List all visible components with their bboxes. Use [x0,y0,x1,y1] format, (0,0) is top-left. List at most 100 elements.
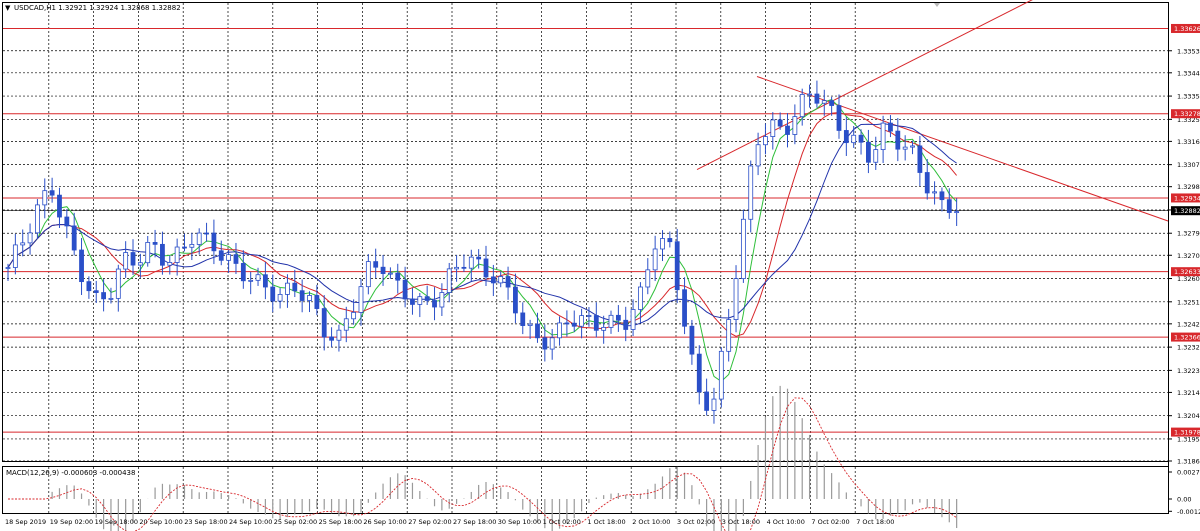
candle-body [917,145,923,173]
price-tick-label: 1.32605 [1177,275,1200,283]
candle-body [417,296,423,305]
candle-body [740,218,746,280]
candle-body [888,122,893,132]
candle-body [86,281,92,292]
price-level-label: 1.32934 [1174,194,1200,202]
price-tick-label: 1.32510 [1177,298,1200,306]
candle-body [579,315,584,327]
candle-body [145,242,151,264]
candle-body [696,353,702,393]
candle-body [101,292,106,300]
candle-body [535,323,540,339]
candle-body [895,130,901,150]
price-panel [2,2,1169,462]
candle-body [358,286,364,313]
candle-body [137,262,143,266]
candle-body [638,286,643,310]
time-label: 25 Sep 18:00 [319,518,362,526]
time-label: 27 Sep 02:00 [408,518,451,526]
candle-body [35,204,40,234]
candle-body [49,190,55,196]
candle-body [182,246,187,249]
price-tick-label: 1.33350 [1177,93,1200,101]
price-tick-label: 1.33165 [1177,138,1200,146]
candle-body [299,290,305,301]
candle-body [439,292,445,308]
time-label: 2 Oct 10:00 [632,518,670,526]
candle-body [652,248,658,271]
candle-body [601,326,607,331]
price-axis: 1.335351.334451.333501.332551.331651.330… [1168,23,1200,466]
candle-body [910,145,915,148]
time-label: 25 Sep 02:00 [274,518,317,526]
candle-body [240,263,246,282]
time-label: 20 Sep 10:00 [139,518,182,526]
candle-body [343,318,349,331]
candle-body [711,398,717,411]
candle-body [866,141,871,163]
candle-body [226,254,232,261]
candle-body [513,286,518,314]
candle-body [733,278,739,320]
candle-body [799,94,805,118]
candle-body [851,134,857,144]
candle-body [946,199,952,213]
price-tick-label: 1.32325 [1177,344,1200,352]
candle-body [608,314,614,328]
candle-body [490,276,496,284]
price-tick-label: 1.32230 [1177,367,1200,375]
candle-body [755,144,761,167]
candle-body [93,290,99,293]
candle-body [387,272,393,275]
candle-body [718,350,724,400]
candle-body [814,93,820,104]
price-tick-label: 1.32045 [1177,412,1200,420]
price-level-label: 1.32633 [1174,268,1200,276]
header-icon: ▼ [5,4,11,12]
chart-window: 1.335351.334451.333501.332551.331651.330… [2,0,1200,531]
candle-body [365,261,371,288]
price-level-label: 1.31978 [1174,429,1200,437]
candle-body [446,268,452,293]
candle-body [880,122,886,151]
macd-label: MACD(12,26,9) -0.000603 -0.000438 [6,469,136,477]
candle-body [255,274,261,281]
candle-body [498,276,504,284]
candle-body [726,319,732,352]
price-tick-label: 1.31860 [1177,458,1200,466]
candle-body [42,190,48,206]
time-label: 24 Sep 10:00 [229,518,272,526]
candle-body [571,322,577,327]
candle-body [314,295,320,309]
candle-body [12,244,18,268]
candle-body [380,266,386,274]
price-tick-label: 1.32700 [1177,252,1200,260]
time-label: 19 Sep 02:00 [50,518,93,526]
time-label: 18 Sep 2019 [5,518,46,526]
price-tick-label: 1.32980 [1177,183,1200,191]
candle-body [167,262,173,266]
candle-body [505,276,511,288]
candle-body [586,315,592,317]
candle-body [336,329,342,341]
candle-body [932,191,937,194]
candle-body [27,232,33,244]
candle-body [123,252,129,270]
macd-tick-label: 0.0027 [1177,469,1200,477]
candle-body [807,93,812,96]
time-label: 30 Sep 10:00 [498,518,541,526]
candle-body [160,243,165,266]
candle-body [461,266,467,269]
candle-body [630,309,636,330]
candle-body [468,256,474,269]
candle-body [748,165,754,220]
candle-body [204,232,209,235]
candle-body [520,312,526,326]
candle-body [79,249,84,283]
time-label: 27 Sep 18:00 [453,518,496,526]
price-level-label: 1.33278 [1174,110,1200,118]
candle-body [189,244,195,248]
candle-body [329,336,334,341]
candle-body [285,282,290,295]
candle-body [645,269,651,288]
